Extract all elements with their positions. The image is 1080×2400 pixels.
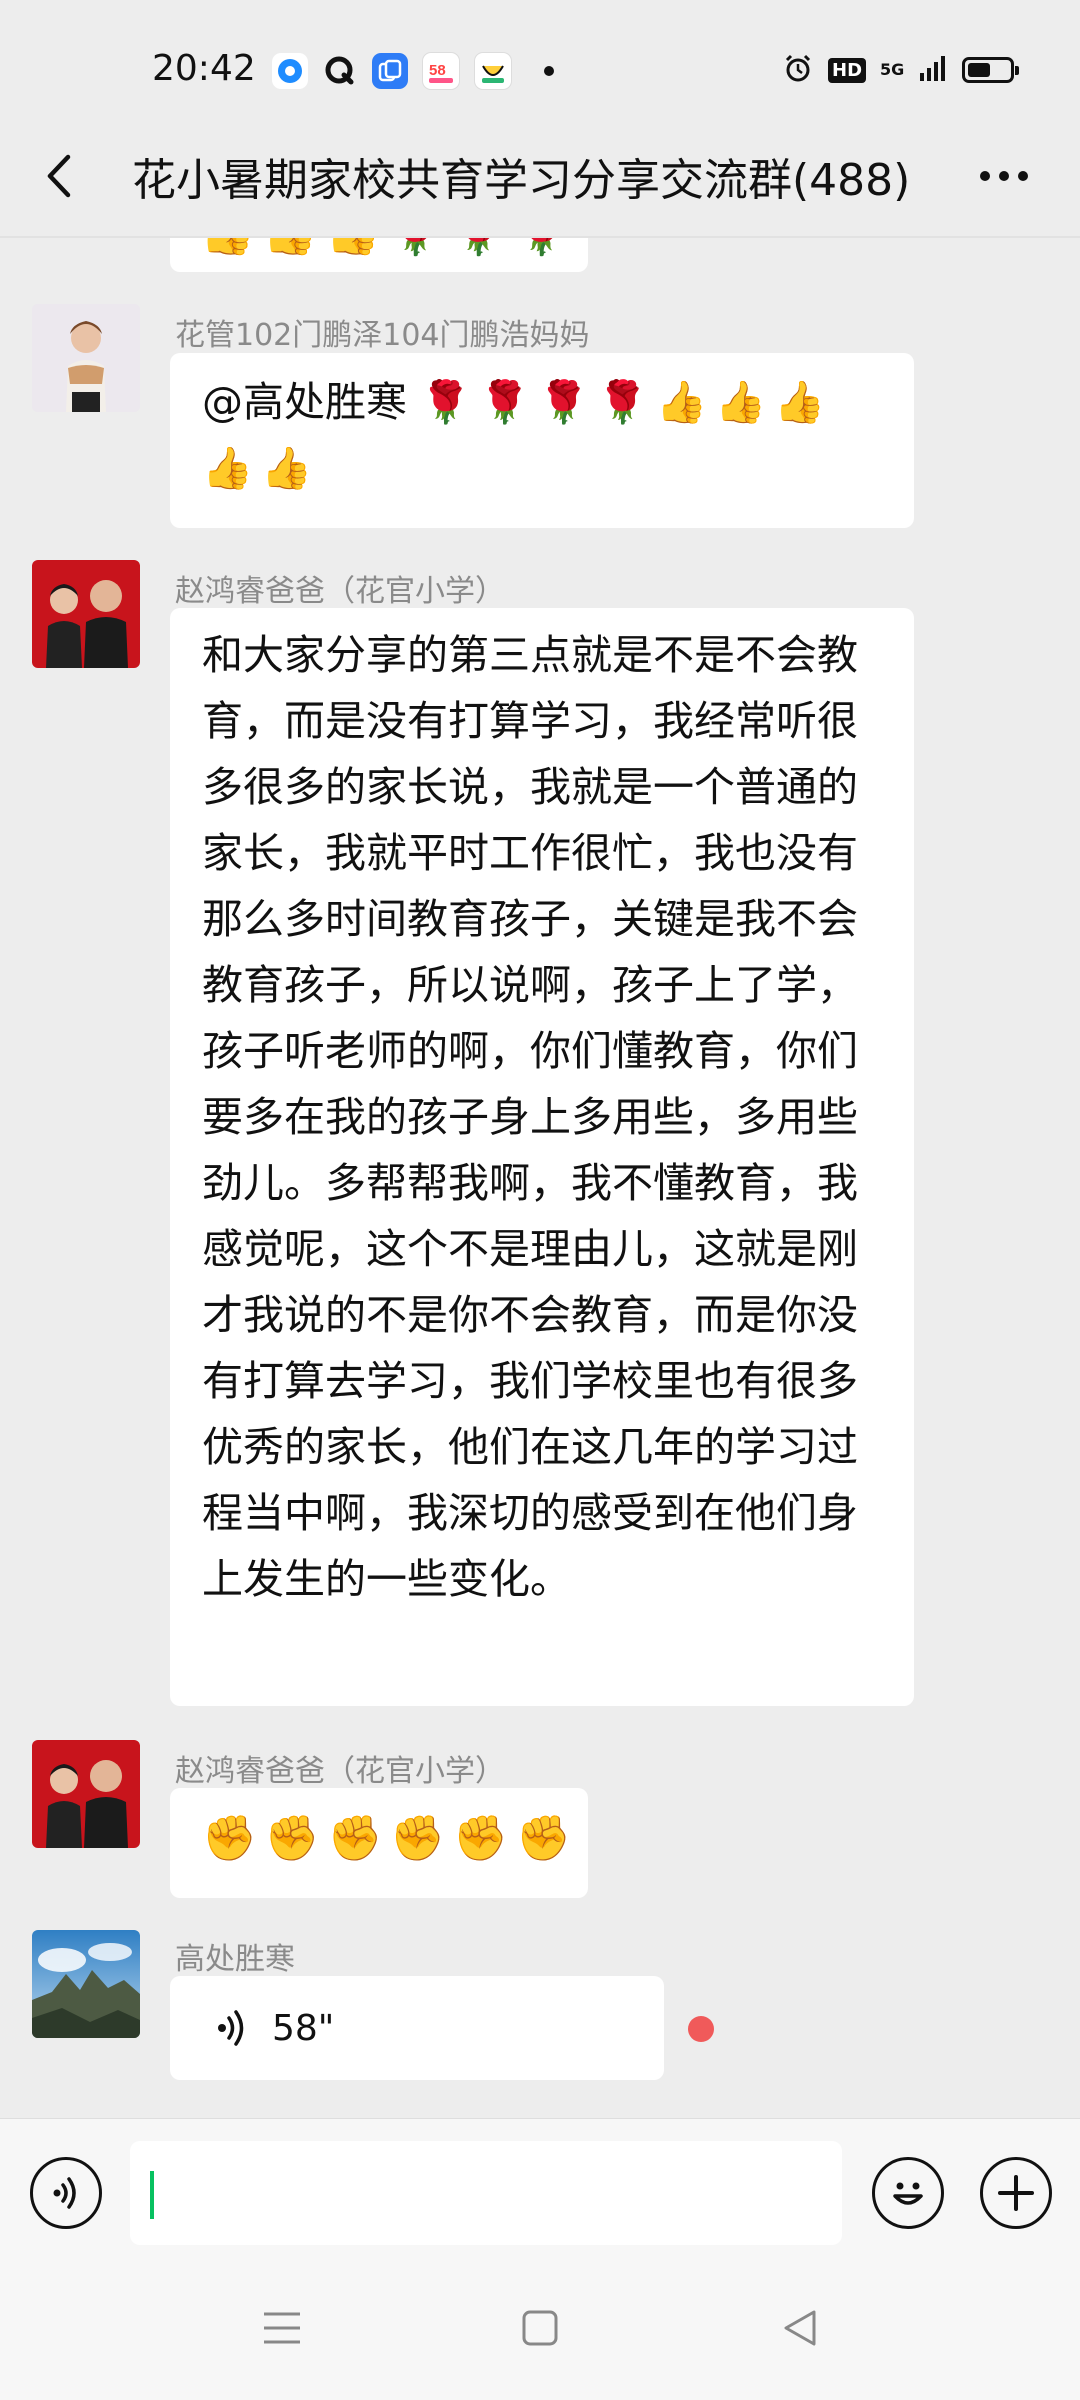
chevron-left-icon bbox=[47, 154, 71, 198]
menu-icon bbox=[264, 2312, 300, 2344]
sender-name: 赵鸿睿爸爸（花官小学） bbox=[175, 1754, 505, 1789]
fist-icon: ✊ bbox=[515, 1813, 571, 1864]
rose-icon: 🌹 bbox=[514, 238, 569, 258]
hd-icon: HD bbox=[828, 57, 867, 83]
thumbs-up-icon: 👍 bbox=[261, 444, 313, 492]
back-button[interactable] bbox=[30, 146, 90, 206]
notification-icons: 58 bbox=[272, 52, 554, 90]
chat-title: 花小暑期家校共育学习分享交流群(488) bbox=[132, 155, 911, 206]
triangle-back-icon bbox=[784, 2310, 816, 2346]
text-caret bbox=[150, 2171, 154, 2219]
voice-icon bbox=[53, 2177, 76, 2209]
network-type: 5G bbox=[880, 60, 905, 79]
more-button[interactable] bbox=[974, 146, 1034, 206]
avatar[interactable] bbox=[32, 1740, 140, 1848]
rose-icon: 🌹 bbox=[388, 238, 443, 258]
voice-input-button[interactable] bbox=[30, 2157, 102, 2229]
thumbs-up-icon: 👍 bbox=[656, 378, 708, 426]
recent-apps-button[interactable] bbox=[252, 2298, 312, 2358]
voice-duration: 58" bbox=[272, 2008, 335, 2049]
rose-icon: 🌹 bbox=[597, 378, 649, 426]
emoji-row: 👍 👍 👍 🌹 🌹 🌹 bbox=[200, 238, 577, 258]
thumbs-up-icon: 👍 bbox=[202, 444, 254, 492]
kids-app-icon bbox=[474, 52, 512, 90]
voice-wave-icon bbox=[218, 2010, 244, 2046]
rose-icon: 🌹 bbox=[538, 378, 590, 426]
message-bubble[interactable]: 和大家分享的第三点就是不是不会教育，而是没有打算学习，我经常听很多很多的家长说，… bbox=[170, 608, 914, 1706]
battery-icon bbox=[962, 57, 1020, 83]
battery-level bbox=[968, 63, 991, 77]
emoji-row: ✊ ✊ ✊ ✊ ✊ ✊ bbox=[202, 1812, 579, 1864]
message-input[interactable] bbox=[130, 2141, 842, 2245]
avatar[interactable] bbox=[32, 560, 140, 668]
fist-icon: ✊ bbox=[327, 1813, 383, 1864]
rose-icon: 🌹 bbox=[420, 378, 472, 426]
fist-icon: ✊ bbox=[202, 1813, 257, 1864]
chat-header: 花小暑期家校共育学习分享交流群(488) bbox=[0, 120, 1080, 230]
unread-dot bbox=[688, 2016, 714, 2042]
message-text: 和大家分享的第三点就是不是不会教育，而是没有打算学习，我经常听很多很多的家长说，… bbox=[202, 631, 858, 1603]
system-status-icons: HD 5G bbox=[782, 52, 1020, 88]
more-notifications-dot bbox=[544, 66, 554, 76]
status-time: 20:42 bbox=[152, 48, 256, 89]
thumbs-up-icon: 👍 bbox=[774, 378, 826, 426]
thumbs-up-icon: 👍 bbox=[200, 238, 255, 258]
fist-icon: ✊ bbox=[390, 1813, 446, 1864]
alarm-icon bbox=[782, 52, 814, 88]
plus-icon bbox=[998, 2175, 1034, 2211]
q-app-icon bbox=[322, 53, 358, 89]
input-bar bbox=[0, 2118, 1080, 2259]
status-bar: 20:42 58 HD 5G bbox=[0, 0, 1080, 140]
thumbs-up-icon: 👍 bbox=[715, 378, 767, 426]
message-bubble[interactable]: 👍 👍 👍 🌹 🌹 🌹 bbox=[170, 238, 588, 272]
58-app-icon: 58 bbox=[422, 52, 460, 90]
copy-app-icon bbox=[372, 53, 408, 89]
chat-messages[interactable]: 👍👍👍🌹🌹🌹 花管102门鹏泽104门鹏浩妈妈 @高处胜寒 🌹🌹🌹🌹👍👍👍👍👍 bbox=[0, 238, 1080, 2118]
emoji-icon bbox=[893, 2182, 923, 2205]
thumbs-up-icon: 👍 bbox=[326, 238, 381, 258]
more-icon bbox=[980, 171, 1028, 181]
message-bubble[interactable]: ✊ ✊ ✊ ✊ ✊ ✊ bbox=[170, 1788, 588, 1898]
more-functions-button[interactable] bbox=[980, 2157, 1052, 2229]
thumbs-up-icon: 👍 bbox=[263, 238, 318, 258]
sender-name: 花管102门鹏泽104门鹏浩妈妈 bbox=[175, 318, 590, 353]
avatar[interactable] bbox=[32, 304, 140, 412]
rose-icon: 🌹 bbox=[479, 378, 531, 426]
voice-message-bubble[interactable]: 58" bbox=[170, 1976, 664, 2080]
message-bubble[interactable]: @高处胜寒 🌹 🌹 🌹 🌹 👍 👍 👍👍 👍 bbox=[170, 353, 914, 528]
emoji-button[interactable] bbox=[872, 2157, 944, 2229]
signal-icon bbox=[918, 53, 948, 87]
home-button[interactable] bbox=[510, 2298, 570, 2358]
sender-name: 赵鸿睿爸爸（花官小学） bbox=[175, 574, 505, 609]
avatar[interactable] bbox=[32, 1930, 140, 2038]
system-nav-bar bbox=[0, 2258, 1080, 2400]
fist-icon: ✊ bbox=[453, 1813, 508, 1864]
back-nav-button[interactable] bbox=[770, 2298, 830, 2358]
mention-text: @高处胜寒 bbox=[202, 378, 407, 426]
rose-icon: 🌹 bbox=[451, 238, 506, 258]
fist-icon: ✊ bbox=[264, 1813, 320, 1864]
sender-name: 高处胜寒 bbox=[175, 1942, 295, 1977]
svg-text:58: 58 bbox=[429, 62, 446, 79]
qq-browser-icon bbox=[272, 53, 308, 89]
square-icon bbox=[522, 2310, 558, 2346]
